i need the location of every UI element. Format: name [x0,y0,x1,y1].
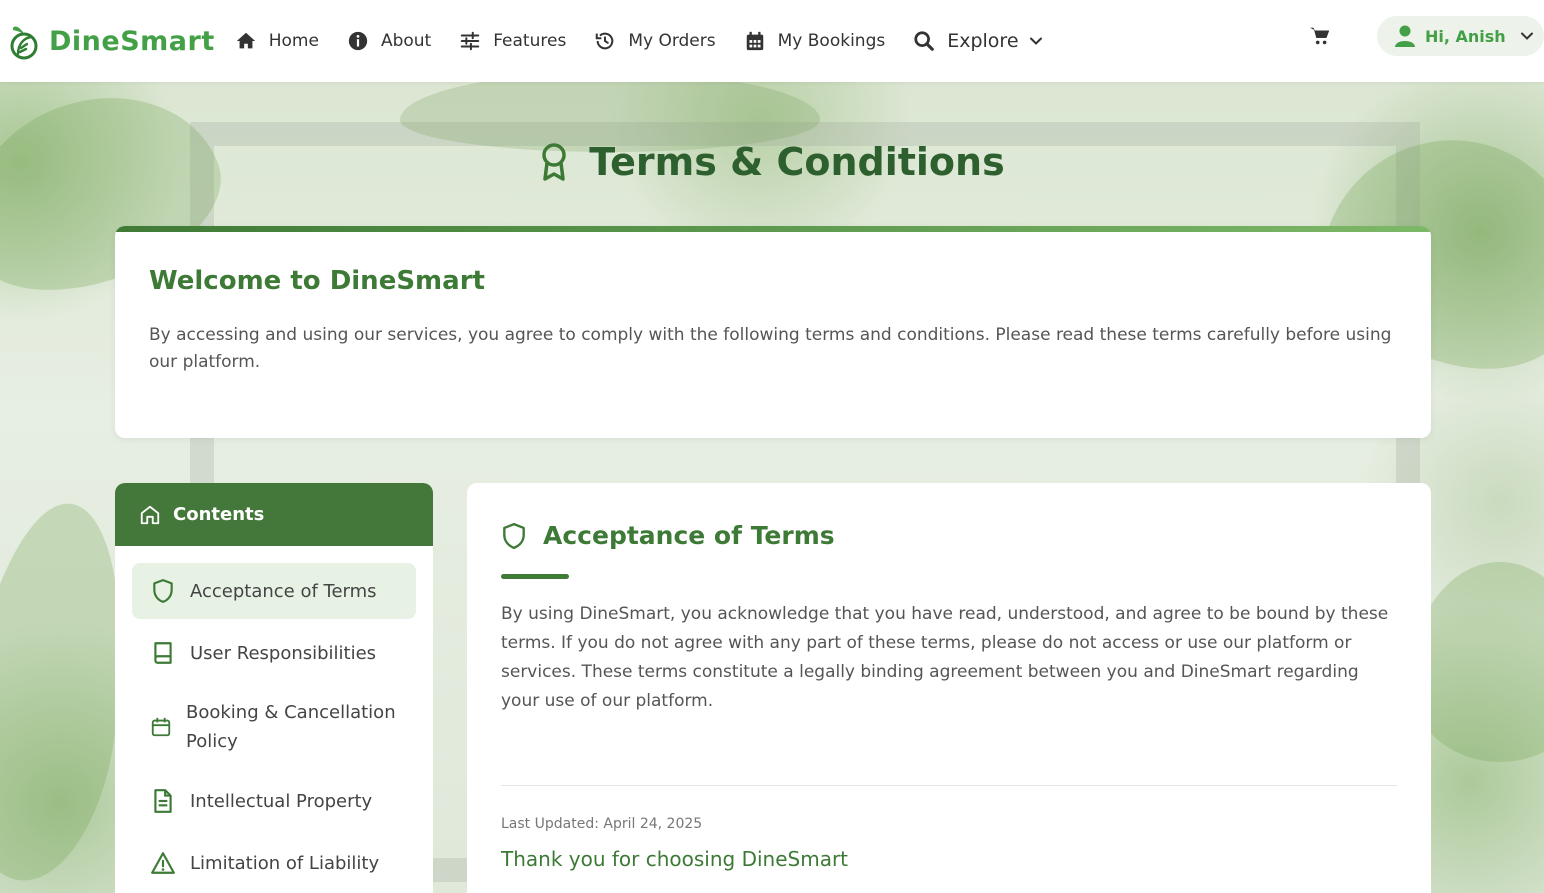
nav-features[interactable]: Features [459,30,566,52]
shield-icon [503,522,525,549]
content-divider [501,785,1397,786]
home-icon [236,32,255,49]
info-icon [348,31,368,51]
last-updated: Last Updated: April 24, 2025 [501,816,703,832]
leaf-logo-icon [10,26,38,60]
nav-label: Explore [947,30,1019,52]
toc-item-intellectual-property[interactable]: Intellectual Property [132,773,416,829]
section-underline [501,574,569,579]
calendar-icon [746,31,763,51]
warning-icon [151,852,175,874]
welcome-card: Welcome to DineSmart By accessing and us… [115,226,1431,438]
terms-content-card: Acceptance of Terms By using DineSmart, … [467,483,1431,893]
user-icon [1395,25,1415,47]
main-nav: Home About Features My Orders My Booking… [235,30,1071,52]
nav-label: About [380,31,432,51]
toc-item-user-responsibilities[interactable]: User Responsibilities [132,625,416,681]
toc-item-limitation-of-liability[interactable]: Limitation of Liability [132,835,416,891]
user-greeting: Hi, Anish [1425,26,1506,46]
welcome-heading: Welcome to DineSmart [149,266,485,296]
contents-header: Contents [115,483,433,546]
toc-label: Booking & Cancellation Policy [186,702,396,752]
toc-label: User Responsibilities [190,642,377,664]
nav-about[interactable]: About [347,30,431,52]
search-icon [914,31,935,51]
cart-icon[interactable] [1309,25,1331,47]
nav-label: My Bookings [777,31,886,51]
top-navbar: DineSmart Home About Features My Orders … [0,0,1544,82]
history-icon [596,32,614,50]
shield-icon [153,579,173,603]
toc-item-acceptance-of-terms[interactable]: Acceptance of Terms [132,563,416,619]
contents-sidebar: Contents Acceptance of Terms User Respon… [115,483,433,893]
nav-label: Home [268,31,319,51]
home-outline-icon [140,505,160,524]
brand-logo-link[interactable]: DineSmart [9,22,215,60]
page-title: Terms & Conditions [589,140,1005,184]
page-title-block: Terms & Conditions [0,134,1544,190]
toc-label: Limitation of Liability [190,852,380,874]
contents-title: Contents [173,504,265,525]
nav-my-orders[interactable]: My Orders [594,30,716,52]
brand-name: DineSmart [49,25,215,57]
chevron-down-icon [1520,32,1533,40]
document-icon [154,789,172,813]
section-title: Acceptance of Terms [543,521,835,550]
contents-list: Acceptance of Terms User Responsibilitie… [115,546,433,891]
book-icon [154,642,172,664]
toc-label: Acceptance of Terms [190,580,377,602]
thank-you-message: Thank you for choosing DineSmart [501,847,849,871]
toc-label: Intellectual Property [190,790,373,812]
nav-home[interactable]: Home [235,30,319,52]
chevron-down-icon [1029,37,1042,45]
nav-label: Features [493,31,567,51]
nav-explore-dropdown[interactable]: Explore [913,30,1042,52]
award-ribbon-icon [542,143,567,181]
welcome-accent-bar [115,226,1431,232]
toc-item-booking-cancellation-policy[interactable]: Booking & Cancellation Policy [132,687,416,767]
user-menu-button[interactable]: Hi, Anish [1377,16,1544,56]
sliders-icon [460,31,480,51]
nav-my-bookings[interactable]: My Bookings [744,30,886,52]
section-title-row: Acceptance of Terms [501,521,835,550]
calendar-icon [151,717,171,737]
section-body: By using DineSmart, you acknowledge that… [501,604,1389,711]
welcome-text: By accessing and using our services, you… [149,325,1392,372]
nav-label: My Orders [628,31,716,51]
